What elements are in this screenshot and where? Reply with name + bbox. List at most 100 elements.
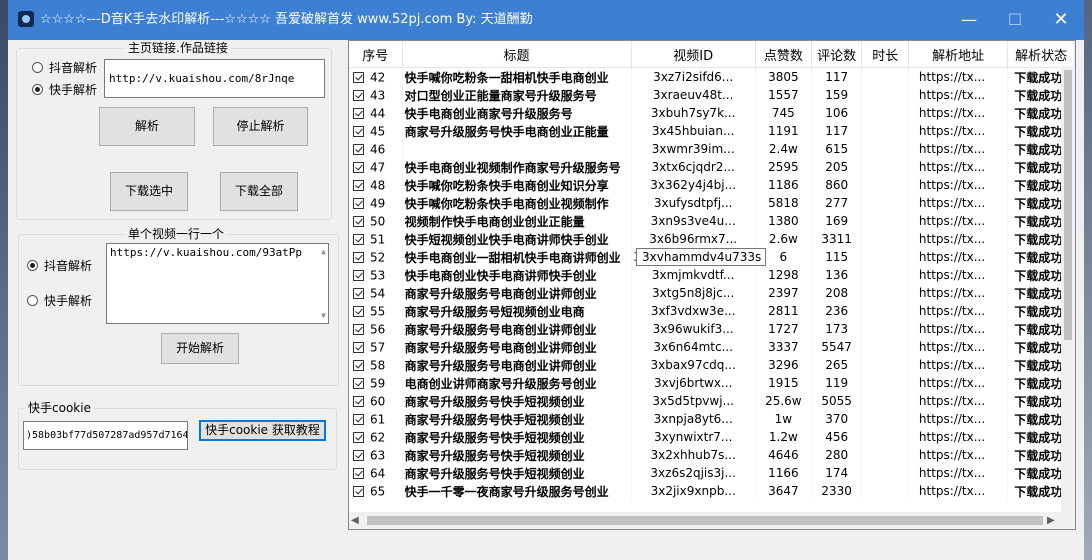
row-number: 57 — [370, 340, 386, 355]
window-title: ☆☆☆☆---D音K手去水印解析---☆☆☆☆ 吾爱破解首发 www.52pj.… — [40, 12, 533, 27]
table-row[interactable]: 61 商家号升级服务号快手短视频创业 3xnpja8yt6... 1w 370 https… — [349, 410, 1075, 428]
column-header[interactable]: 解析地址 — [908, 41, 1009, 68]
scroll-left-icon[interactable]: ◀ — [351, 512, 363, 529]
table-row[interactable]: 48 快手喊你吃粉条快手电商创业知识分享 3x362y4j4bj... 1186 860… — [349, 176, 1075, 194]
video-id-cell: 3xraeuv48t... — [631, 86, 756, 104]
table-row[interactable]: 60 商家号升级服务号快手短视频创业 3x5d5tpvwj... 25.6w 5055 h… — [349, 392, 1075, 410]
homepage-radio-douyin[interactable]: 抖音解析 — [32, 59, 97, 76]
table-row[interactable]: 51 快手短视频创业快手电商讲师快手创业 3x6b96rmx7... 2.6w 3311… — [349, 230, 1075, 248]
horizontal-scrollbar[interactable]: ◀ ▶ — [349, 512, 1061, 529]
row-checkbox-checked-icon[interactable] — [353, 359, 364, 371]
row-checkbox-checked-icon[interactable] — [353, 179, 364, 191]
table-row[interactable]: 45 商家号升级服务号快手电商创业正能量 3x45hbuian... 1191 117 h… — [349, 122, 1075, 140]
title-cell: 快手喊你吃粉条一甜相机快手电商创业 — [402, 67, 632, 86]
row-checkbox-checked-icon[interactable] — [353, 251, 364, 263]
column-header[interactable]: 序号 — [349, 41, 403, 68]
table-row[interactable]: 56 商家号升级服务号电商创业讲师创业 3x96wukif3... 1727 173 ht… — [349, 320, 1075, 338]
table-row[interactable]: 42 快手喊你吃粉条一甜相机快手电商创业 3xz7i2sifd6... 3805 117… — [349, 67, 1075, 86]
title-bar[interactable]: ☆☆☆☆---D音K手去水印解析---☆☆☆☆ 吾爱破解首发 www.52pj.… — [8, 0, 1084, 40]
row-checkbox-checked-icon[interactable] — [353, 449, 364, 461]
row-checkbox-checked-icon[interactable] — [353, 197, 364, 209]
horizontal-scroll-thumb[interactable] — [367, 516, 1043, 525]
result-table-frame: 序号 标题 视频ID 点赞数 评论数 时长 解析地址 解析状态 42 快手喊你吃粉条一甜相机快手… — [348, 40, 1076, 530]
row-checkbox-checked-icon[interactable] — [353, 71, 364, 83]
column-header[interactable]: 视频ID — [631, 41, 756, 68]
table-row[interactable]: 62 商家号升级服务号快手短视频创业 3xynwixtr7... 1.2w 456 htt… — [349, 428, 1075, 446]
row-checkbox-checked-icon[interactable] — [353, 215, 364, 227]
column-header[interactable]: 解析状态 — [1007, 41, 1075, 68]
scroll-right-icon[interactable]: ▶ — [1047, 512, 1059, 529]
homepage-radio-kuaishou[interactable]: 快手解析 — [32, 81, 97, 98]
maximize-button[interactable]: ☐ — [992, 0, 1038, 40]
table-row[interactable]: 64 商家号升级服务号快手短视频创业 3xz6s2qjis3j... 1166 174 h… — [349, 464, 1075, 482]
stop-parse-button[interactable]: 停止解析 — [213, 107, 308, 146]
row-number: 60 — [370, 394, 386, 409]
row-checkbox-checked-icon[interactable] — [353, 341, 364, 353]
row-checkbox-checked-icon[interactable] — [353, 269, 364, 281]
column-header[interactable]: 评论数 — [811, 41, 863, 68]
table-row[interactable]: 50 视频制作快手电商创业创业正能量 3xn9s3ve4u... 1380 169 htt… — [349, 212, 1075, 230]
row-checkbox-checked-icon[interactable] — [353, 485, 364, 497]
row-checkbox-checked-icon[interactable] — [353, 305, 364, 317]
table-row[interactable]: 49 快手喊你吃粉条快手电商创业视频制作 3xufysdtpfj... 5818 277… — [349, 194, 1075, 212]
row-number: 62 — [370, 430, 386, 445]
title-cell: 商家号升级服务号短视频创业电商 — [402, 302, 632, 320]
row-checkbox-checked-icon[interactable] — [353, 395, 364, 407]
row-number: 54 — [370, 286, 386, 301]
row-checkbox-checked-icon[interactable] — [353, 161, 364, 173]
table-row[interactable]: 54 商家号升级服务号电商创业讲师创业 3xtg5n8j8jc... 2397 208 h… — [349, 284, 1075, 302]
title-cell: 快手电商创业快手电商讲师快手创业 — [402, 266, 632, 284]
close-button[interactable]: ✕ — [1038, 0, 1084, 40]
table-row[interactable]: 46 3xwmr39im... 2.4w 615 https://tx... 下载成功 — [349, 140, 1075, 158]
single-radio-douyin[interactable]: 抖音解析 — [27, 257, 92, 274]
parse-button[interactable]: 解析 — [99, 107, 195, 146]
row-checkbox-checked-icon[interactable] — [353, 125, 364, 137]
duration-cell — [861, 320, 909, 338]
url-cell: https://tx... — [908, 122, 1009, 140]
textarea-scroll-down-icon[interactable]: ▼ — [321, 311, 326, 320]
vertical-scroll-thumb[interactable] — [1064, 70, 1072, 340]
duration-cell — [861, 464, 909, 482]
table-row[interactable]: 63 商家号升级服务号快手短视频创业 3x2xhhub7s... 4646 280 htt… — [349, 446, 1075, 464]
url-cell: https://tx... — [908, 374, 1009, 392]
row-checkbox-checked-icon[interactable] — [353, 107, 364, 119]
url-cell: https://tx... — [908, 212, 1009, 230]
url-cell: https://tx... — [908, 482, 1009, 500]
table-row[interactable]: 65 快手一千零一夜商家号升级服务号创业 3x2jix9xnpb... 3647 233… — [349, 482, 1075, 500]
table-row[interactable]: 47 快手电商创业视频制作商家号升级服务号 3xtx6cjqdr2... 2595 20… — [349, 158, 1075, 176]
row-checkbox-checked-icon[interactable] — [353, 323, 364, 335]
textarea-scroll-up-icon[interactable]: ▲ — [321, 247, 326, 256]
table-row[interactable]: 55 商家号升级服务号短视频创业电商 3xf3vdxw3e... 2811 236 htt… — [349, 302, 1075, 320]
homepage-url-input[interactable]: http://v.kuaishou.com/8rJnqe — [104, 59, 325, 98]
cookie-tutorial-button[interactable]: 快手cookie 获取教程 — [199, 420, 326, 441]
single-radio-kuaishou[interactable]: 快手解析 — [27, 292, 92, 309]
row-checkbox-checked-icon[interactable] — [353, 287, 364, 299]
row-checkbox-checked-icon[interactable] — [353, 143, 364, 155]
column-header[interactable]: 点赞数 — [755, 41, 812, 68]
table-row[interactable]: 53 快手电商创业快手电商讲师快手创业 3xmjmkvdtf... 1298 136 ht… — [349, 266, 1075, 284]
table-row[interactable]: 59 电商创业讲师商家号升级服务号创业 3xvj6brtwx... 1915 119 ht… — [349, 374, 1075, 392]
table-row[interactable]: 44 快手电商创业商家号升级服务号 3xbuh7sy7k... 745 106 https… — [349, 104, 1075, 122]
row-checkbox-checked-icon[interactable] — [353, 233, 364, 245]
download-all-button[interactable]: 下载全部 — [220, 172, 298, 211]
column-header[interactable]: 时长 — [861, 41, 909, 68]
row-index: 57 — [349, 338, 403, 356]
row-checkbox-checked-icon[interactable] — [353, 431, 364, 443]
row-checkbox-checked-icon[interactable] — [353, 413, 364, 425]
column-header[interactable]: 标题 — [402, 41, 632, 68]
download-selected-button[interactable]: 下载选中 — [110, 172, 188, 211]
minimize-button[interactable]: — — [946, 0, 992, 40]
row-checkbox-checked-icon[interactable] — [353, 89, 364, 101]
duration-cell — [861, 392, 909, 410]
table-row[interactable]: 43 对口型创业正能量商家号升级服务号 3xraeuv48t... 1557 159 ht… — [349, 86, 1075, 104]
comments-cell: 5547 — [811, 338, 863, 356]
single-video-textarea[interactable]: https://v.kuaishou.com/93atPp ▲ ▼ — [106, 243, 329, 324]
table-row[interactable]: 58 商家号升级服务号电商创业讲师创业 3xbax97cdq... 3296 265 ht… — [349, 356, 1075, 374]
row-checkbox-checked-icon[interactable] — [353, 467, 364, 479]
table-row[interactable]: 57 商家号升级服务号电商创业讲师创业 3x6n64mtc... 3337 5547 ht… — [349, 338, 1075, 356]
start-parse-button[interactable]: 开始解析 — [161, 333, 239, 364]
cookie-input[interactable]: )58b03bf77d507287ad957d7164 — [23, 421, 188, 450]
likes-cell: 4646 — [755, 446, 812, 464]
vertical-scrollbar[interactable] — [1061, 66, 1075, 512]
row-checkbox-checked-icon[interactable] — [353, 377, 364, 389]
